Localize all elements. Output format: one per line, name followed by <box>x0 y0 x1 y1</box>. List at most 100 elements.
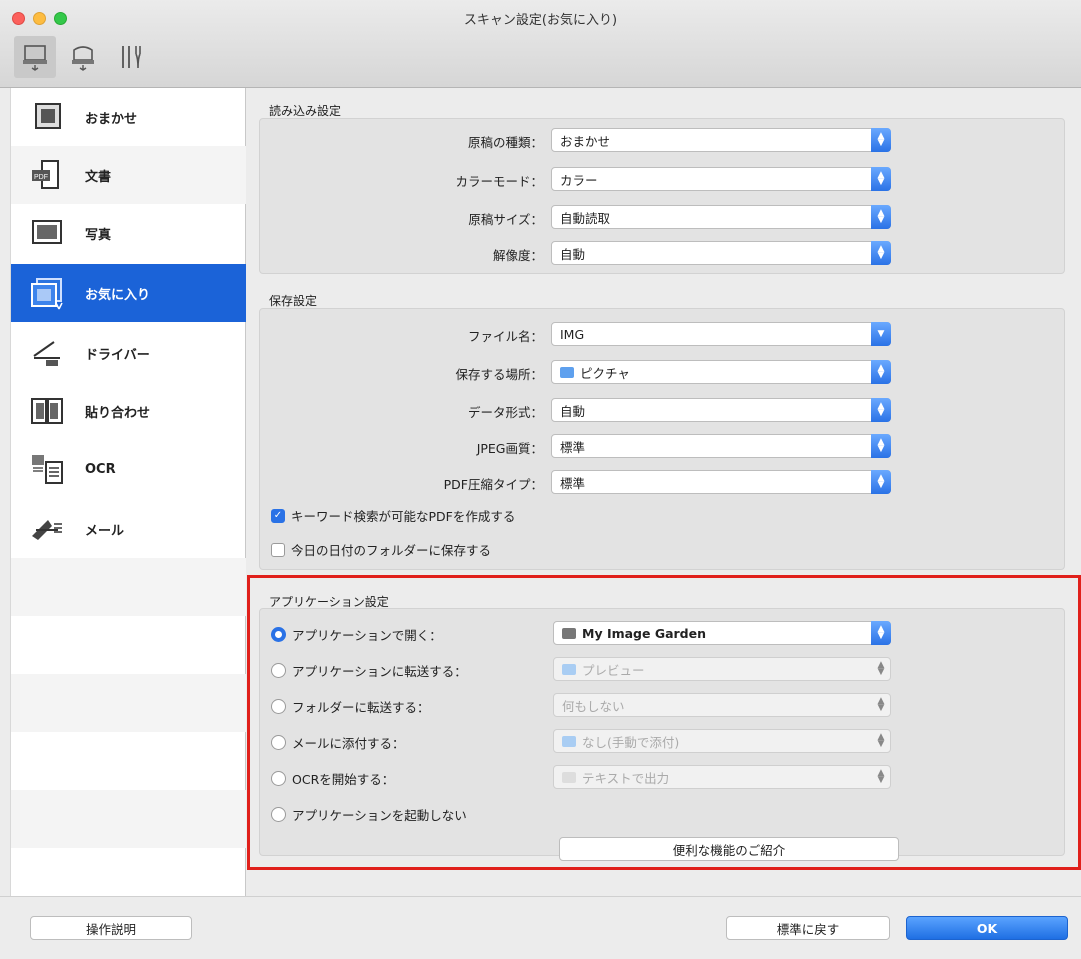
general-settings-icon <box>122 46 141 69</box>
stitch-icon <box>25 391 69 431</box>
title-bar: スキャン設定(お気に入り) <box>0 0 1081 88</box>
folder-icon <box>560 366 574 378</box>
sidebar-empty-row <box>11 558 246 616</box>
footer-divider <box>0 896 1081 897</box>
save-in-value: ピクチャ <box>580 365 630 381</box>
svg-text:PDF: PDF <box>34 174 48 181</box>
open-with-app-select[interactable]: My Image Garden ▲ ▼ <box>553 621 891 645</box>
sidebar-item-auto[interactable]: おまかせ <box>11 88 246 146</box>
popup-arrows-icon: ▲ ▼ <box>877 768 885 785</box>
paper-size-label: 原稿サイズ： <box>468 212 543 227</box>
send-to-app-radio[interactable] <box>271 663 286 678</box>
driver-icon <box>25 333 69 373</box>
general-settings-tab[interactable] <box>110 36 152 78</box>
open-with-app-option[interactable]: アプリケーションで開く： <box>271 625 442 644</box>
save-settings-title: 保存設定 <box>269 294 318 308</box>
color-mode-select[interactable]: カラー ▲ ▼ <box>551 167 891 191</box>
send-to-app-label: アプリケーションに転送する： <box>292 664 467 679</box>
pdf-compression-label: PDF圧縮タイプ： <box>443 477 543 492</box>
attach-to-email-select[interactable]: なし(手動で添付) ▲ ▼ <box>553 729 891 753</box>
send-to-app-option[interactable]: アプリケーションに転送する： <box>271 661 467 680</box>
file-name-value: IMG <box>560 326 585 342</box>
open-with-app-radio[interactable] <box>271 627 286 642</box>
sidebar-item-email[interactable]: メール <box>11 500 246 558</box>
jpeg-quality-select[interactable]: 標準 ▲ ▼ <box>551 434 891 458</box>
sidebar-item-label: おまかせ <box>85 111 138 127</box>
attach-to-email-option[interactable]: メールに添付する： <box>271 733 405 752</box>
ok-button[interactable]: OK <box>906 916 1068 940</box>
do-not-start-app-label: アプリケーションを起動しない <box>292 808 467 823</box>
sidebar-empty-row <box>11 674 246 732</box>
popup-arrows-icon: ▲ ▼ <box>871 205 891 229</box>
send-to-folder-label: フォルダーに転送する： <box>292 700 430 715</box>
send-to-folder-radio[interactable] <box>271 699 286 714</box>
ocr-icon <box>25 449 69 489</box>
jpeg-quality-value: 標準 <box>560 439 586 455</box>
sidebar-empty-row <box>11 790 246 848</box>
file-name-label: ファイル名： <box>467 329 543 344</box>
date-folder-checkbox[interactable] <box>271 542 285 557</box>
more-functions-button[interactable]: 便利な機能のご紹介 <box>559 837 899 861</box>
sidebar-item-label: 写真 <box>85 227 112 243</box>
preview-app-icon <box>562 663 576 675</box>
start-ocr-select[interactable]: テキストで出力 ▲ ▼ <box>553 765 891 789</box>
date-folder-checkbox-row[interactable]: 今日の日付のフォルダーに保存する <box>271 540 491 559</box>
do-not-start-app-option[interactable]: アプリケーションを起動しない <box>271 805 467 824</box>
sidebar-item-label: お気に入り <box>85 287 151 303</box>
sidebar-item-label: 貼り合わせ <box>85 405 151 421</box>
pdf-compression-select[interactable]: 標準 ▲ ▼ <box>551 470 891 494</box>
scan-from-computer-tab[interactable] <box>14 36 56 78</box>
send-to-app-select[interactable]: プレビュー ▲ ▼ <box>553 657 891 681</box>
paper-size-select[interactable]: 自動読取 ▲ ▼ <box>551 205 891 229</box>
file-name-combobox[interactable]: IMG ▼ <box>551 322 891 346</box>
sidebar-empty-row <box>11 848 246 906</box>
chevron-down-icon: ▼ <box>871 322 891 346</box>
sidebar-item-ocr[interactable]: OCR <box>11 440 246 498</box>
my-image-garden-icon <box>562 627 576 639</box>
save-in-select[interactable]: ピクチャ ▲ ▼ <box>551 360 891 384</box>
popup-arrows-icon: ▲ ▼ <box>877 660 885 677</box>
send-to-folder-select[interactable]: 何もしない ▲ ▼ <box>553 693 891 717</box>
pdf-compression-value: 標準 <box>560 475 586 491</box>
favorites-icon <box>25 273 69 313</box>
send-to-folder-value: 何もしない <box>562 698 625 714</box>
start-ocr-radio[interactable] <box>271 771 286 786</box>
do-not-start-app-radio[interactable] <box>271 807 286 822</box>
document-type-label: 原稿の種類： <box>467 135 543 150</box>
sidebar-item-driver[interactable]: ドライバー <box>11 324 246 382</box>
resolution-value: 自動 <box>560 246 586 262</box>
attach-to-email-label: メールに添付する： <box>292 736 405 751</box>
sidebar-empty-row <box>11 616 246 674</box>
keyword-pdf-checkbox[interactable]: ✓ <box>271 508 285 523</box>
document-pdf-icon: PDF <box>25 155 69 195</box>
defaults-button[interactable]: 標準に戻す <box>726 916 890 940</box>
instructions-button[interactable]: 操作説明 <box>30 916 192 940</box>
popup-arrows-icon: ▲ ▼ <box>871 360 891 384</box>
scan-from-operation-panel-tab[interactable] <box>62 36 104 78</box>
sidebar-item-label: メール <box>85 523 125 539</box>
data-format-value: 自動 <box>560 403 586 419</box>
start-ocr-option[interactable]: OCRを開始する： <box>271 769 394 788</box>
popup-arrows-icon: ▲ ▼ <box>871 241 891 265</box>
sidebar-item-stitch[interactable]: 貼り合わせ <box>11 382 246 440</box>
document-type-select[interactable]: おまかせ ▲ ▼ <box>551 128 891 152</box>
popup-arrows-icon: ▲ ▼ <box>871 434 891 458</box>
resolution-select[interactable]: 自動 ▲ ▼ <box>551 241 891 265</box>
date-folder-label: 今日の日付のフォルダーに保存する <box>291 543 492 558</box>
sidebar-item-label: ドライバー <box>85 347 150 363</box>
photo-icon <box>25 213 69 253</box>
sidebar-item-label: 文書 <box>85 169 112 185</box>
color-mode-label: カラーモード： <box>455 174 543 189</box>
data-format-select[interactable]: 自動 ▲ ▼ <box>551 398 891 422</box>
sidebar-item-favorites[interactable]: お気に入り <box>11 264 246 322</box>
sidebar-item-label: OCR <box>85 461 116 477</box>
send-to-folder-option[interactable]: フォルダーに転送する： <box>271 697 430 716</box>
keyword-pdf-checkbox-row[interactable]: ✓ キーワード検索が可能なPDFを作成する <box>271 506 515 525</box>
keyword-pdf-label: キーワード検索が可能なPDFを作成する <box>291 509 516 524</box>
sidebar-item-document[interactable]: PDF 文書 <box>11 146 246 204</box>
paper-size-value: 自動読取 <box>560 210 611 226</box>
start-ocr-label: OCRを開始する： <box>292 772 395 787</box>
popup-arrows-icon: ▲ ▼ <box>871 470 891 494</box>
sidebar-item-photo[interactable]: 写真 <box>11 204 246 262</box>
attach-to-email-radio[interactable] <box>271 735 286 750</box>
